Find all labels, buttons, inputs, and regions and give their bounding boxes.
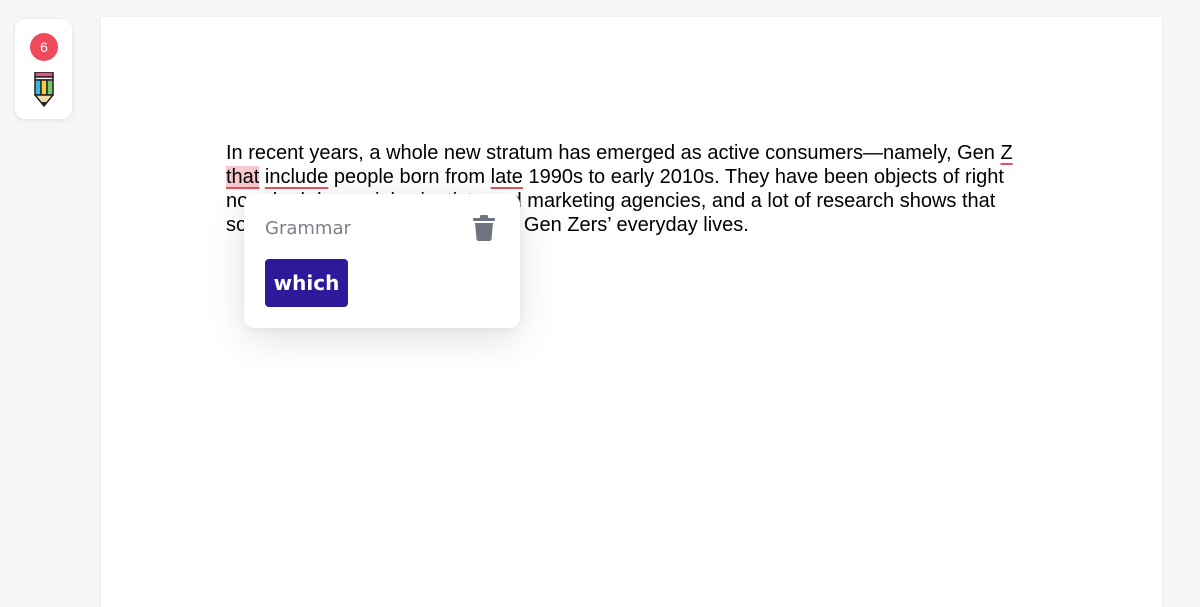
issue-category-label: Grammar: [265, 218, 351, 239]
issue-count-badge[interactable]: 6: [30, 33, 58, 61]
error-word-include[interactable]: include: [265, 166, 328, 188]
suggestion-popup: Grammar which: [244, 194, 520, 328]
error-word-that[interactable]: that: [226, 166, 260, 188]
error-word-late[interactable]: late: [491, 166, 523, 188]
error-word-z[interactable]: Z: [1000, 142, 1012, 164]
paragraph-text-1: In recent years, a whole new stratum has…: [226, 142, 1001, 164]
suggestion-which-button[interactable]: which: [265, 259, 348, 307]
paragraph-text-2: people born from: [328, 166, 491, 188]
trash-icon[interactable]: [472, 215, 496, 241]
pencil-icon[interactable]: [33, 72, 55, 108]
checker-widget: 6: [15, 19, 72, 119]
